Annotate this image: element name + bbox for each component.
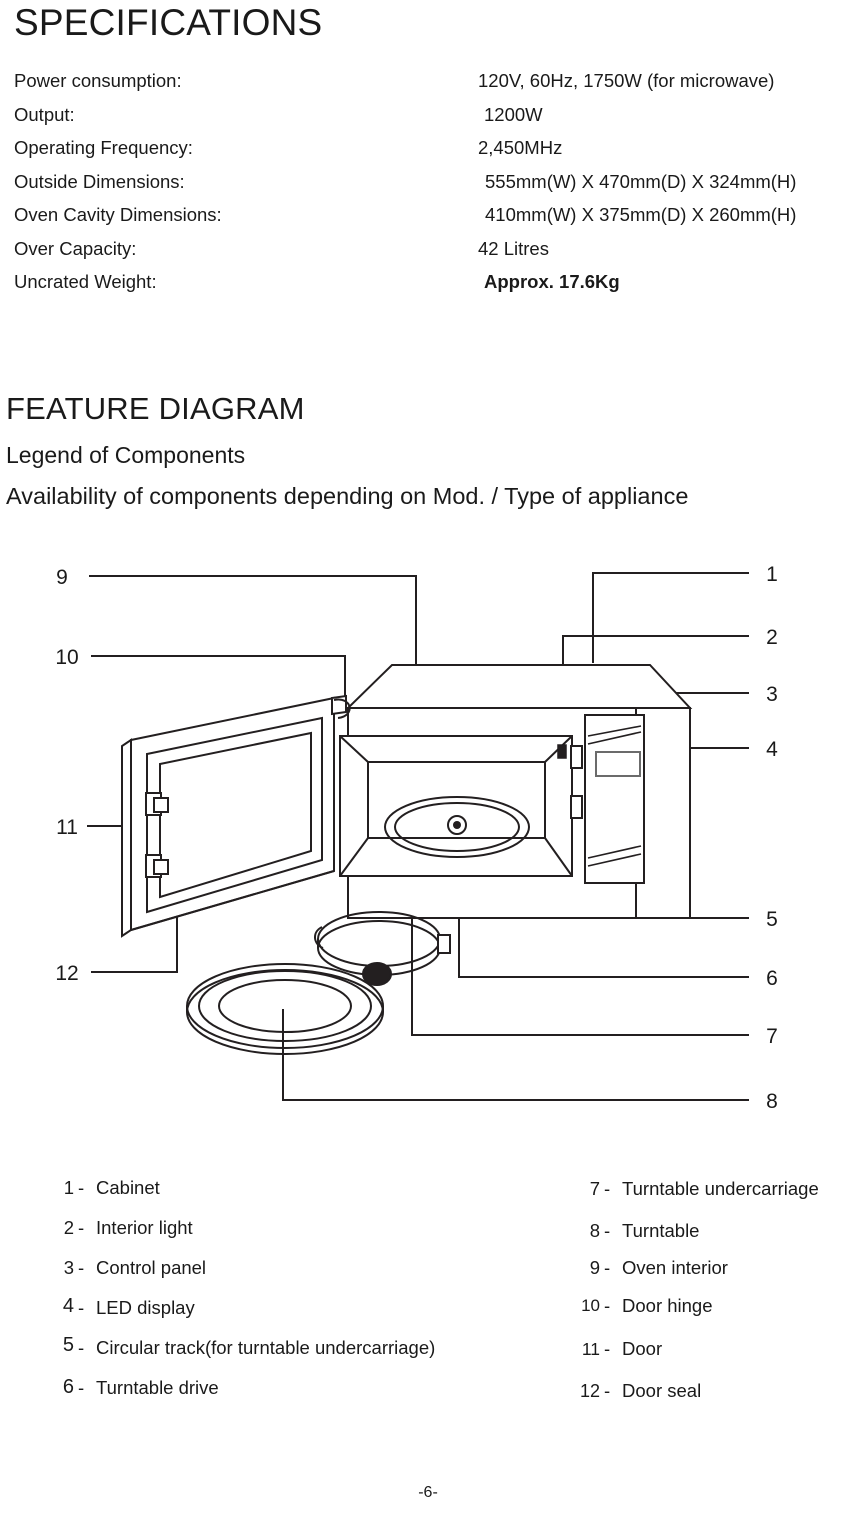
- callout-number-12: 12: [55, 962, 78, 985]
- legend-label: Door: [622, 1338, 663, 1359]
- page-number: -6-: [418, 1484, 438, 1501]
- legend-of-components: 1 - Cabinet 2 - Interior light 3 - Contr…: [0, 1168, 856, 1408]
- legend-label: LED display: [96, 1297, 195, 1318]
- turntable-drive-hub: [447, 815, 467, 835]
- spec-value: 410mm(W) X 375mm(D) X 260mm(H): [485, 204, 797, 225]
- legend-separator: -: [604, 1295, 611, 1316]
- turntable-plate-rim-inner: [198, 970, 372, 1042]
- callout-number-8: 8: [766, 1090, 778, 1113]
- interior-light-lamp: [557, 744, 567, 759]
- legend-number: 4: [62, 1295, 74, 1317]
- spec-value: 120V, 60Hz, 1750W (for microwave): [478, 70, 775, 91]
- spec-key: Oven Cavity Dimensions:: [14, 204, 222, 225]
- legend-number: 12: [579, 1381, 600, 1401]
- spec-value: 2,450MHz: [478, 137, 563, 158]
- document-page: SPECIFICATIONS Power consumption: 120V, …: [0, 0, 856, 1529]
- spec-key: Uncrated Weight:: [14, 271, 157, 292]
- table-row: Uncrated Weight: Approx. 17.6Kg: [14, 265, 856, 299]
- legend-separator: -: [78, 1257, 85, 1278]
- legend-number: 7: [589, 1178, 600, 1199]
- table-row: Oven Cavity Dimensions: 410mm(W) X 375mm…: [14, 198, 856, 232]
- legend-separator: -: [604, 1178, 611, 1199]
- table-row: Operating Frequency: 2,450MHz: [14, 131, 856, 165]
- roller-wheel: [362, 962, 392, 986]
- led-display-window: [595, 751, 641, 777]
- legend-label: Cabinet: [96, 1177, 160, 1198]
- legend-label: Turntable undercarriage: [622, 1178, 819, 1199]
- microwave-feature-diagram: 9 10 11 12 1 2 3 4 5 6 7 8: [0, 540, 856, 1130]
- legend-separator: -: [604, 1220, 611, 1241]
- spec-key: Operating Frequency:: [14, 137, 193, 158]
- legend-label: Circular track(for turntable undercarria…: [96, 1337, 436, 1358]
- legend-number: 5: [62, 1334, 74, 1356]
- spec-value: 555mm(W) X 470mm(D) X 324mm(H): [485, 170, 797, 192]
- table-row: Power consumption: 120V, 60Hz, 1750W (fo…: [14, 64, 856, 98]
- legend-number: 3: [63, 1257, 74, 1278]
- callout-number-5: 5: [766, 908, 778, 931]
- callout-number-1: 1: [766, 563, 778, 586]
- cabinet-top-deck: [345, 664, 693, 709]
- callout-number-9: 9: [56, 566, 68, 589]
- legend-subheading: Legend of Components: [6, 442, 246, 468]
- legend-separator: -: [78, 1337, 85, 1358]
- legend-separator: -: [604, 1380, 611, 1401]
- feature-diagram-heading: FEATURE DIAGRAM: [6, 391, 305, 426]
- spec-value: 42 Litres: [478, 237, 549, 259]
- turntable-plate-rim-top: [186, 963, 384, 1049]
- callout-number-6: 6: [766, 967, 778, 990]
- table-row: Outside Dimensions: 555mm(W) X 470mm(D) …: [14, 165, 856, 199]
- callout-number-11: 11: [56, 816, 78, 839]
- legend-number: 1: [63, 1177, 74, 1198]
- door-hinge-lower-pin: [153, 859, 169, 875]
- legend-label: Door seal: [622, 1380, 702, 1401]
- legend-number: 6: [62, 1376, 74, 1398]
- spec-value: Approx. 17.6Kg: [484, 271, 620, 292]
- legend-number: 9: [589, 1257, 600, 1278]
- legend-number: 8: [589, 1220, 600, 1241]
- spec-key: Output:: [14, 103, 75, 125]
- legend-label: Turntable: [622, 1220, 700, 1241]
- specifications-table: Power consumption: 120V, 60Hz, 1750W (fo…: [14, 64, 856, 299]
- callout-number-3: 3: [766, 683, 778, 706]
- turntable-plate-center-well: [218, 979, 352, 1033]
- door-hinge-upper-pin: [153, 797, 169, 813]
- spec-key: Power consumption:: [14, 70, 182, 91]
- legend-label: Oven interior: [622, 1257, 728, 1278]
- legend-number: 11: [581, 1339, 600, 1359]
- legend-separator: -: [78, 1297, 85, 1318]
- control-panel-button-lower: [570, 795, 583, 819]
- legend-label: Control panel: [96, 1257, 207, 1278]
- spec-key: Over Capacity:: [14, 237, 137, 259]
- roller-ring-tab: [437, 934, 451, 954]
- legend-label: Door hinge: [622, 1295, 713, 1316]
- legend-separator: -: [78, 1217, 85, 1238]
- spec-value: 1200W: [484, 103, 543, 125]
- table-row: Output: 1200W: [14, 98, 856, 132]
- callout-number-10: 10: [55, 646, 78, 669]
- legend-number: 10: [581, 1296, 600, 1315]
- legend-label: Turntable drive: [96, 1377, 219, 1398]
- legend-number: 2: [63, 1217, 74, 1238]
- legend-separator: -: [604, 1338, 611, 1359]
- control-panel-button-upper: [570, 745, 583, 769]
- legend-separator: -: [78, 1177, 85, 1198]
- callout-number-4: 4: [766, 738, 778, 761]
- legend-separator: -: [604, 1257, 611, 1278]
- callout-number-2: 2: [766, 626, 778, 649]
- availability-note: Availability of components depending on …: [6, 483, 689, 509]
- legend-separator: -: [78, 1377, 85, 1398]
- table-row: Over Capacity: 42 Litres: [14, 232, 856, 266]
- legend-label: Interior light: [96, 1217, 193, 1238]
- callout-number-7: 7: [766, 1025, 778, 1048]
- door-edge-thickness: [121, 738, 132, 938]
- control-panel-face: [584, 714, 645, 884]
- specifications-heading: SPECIFICATIONS: [14, 2, 323, 43]
- spec-key: Outside Dimensions:: [14, 170, 185, 192]
